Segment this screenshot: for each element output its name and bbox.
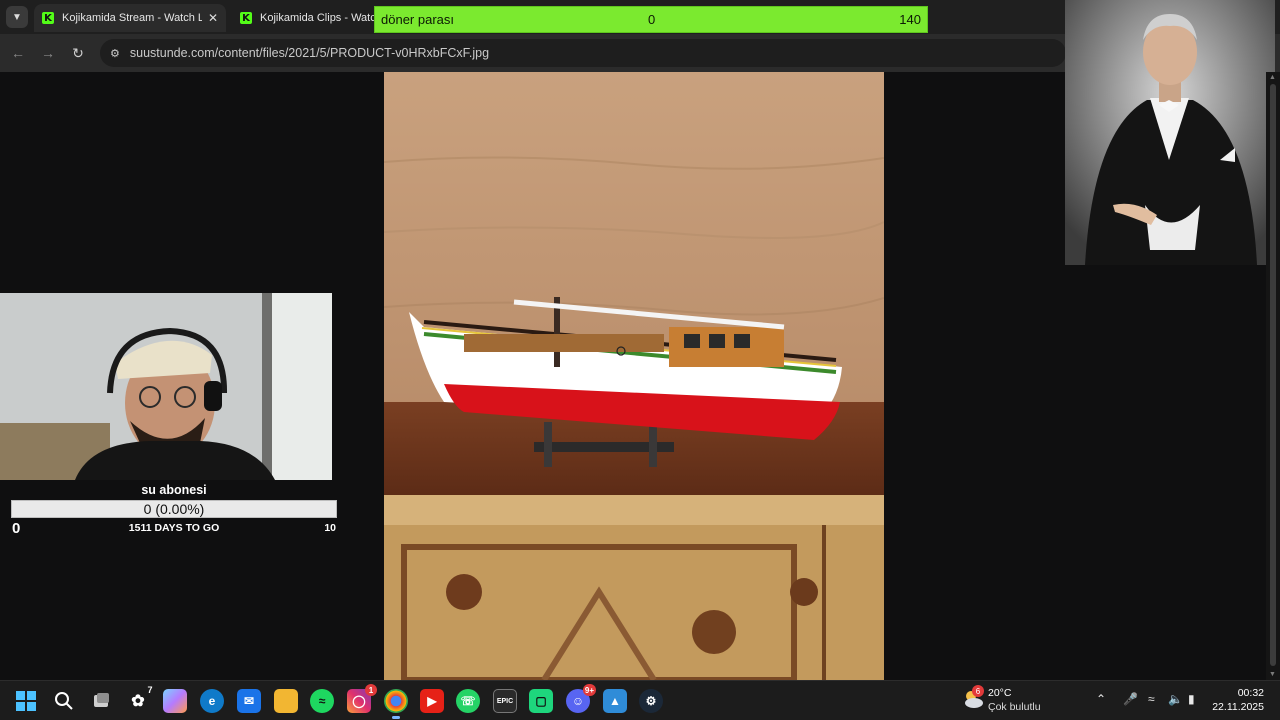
address-bar[interactable]: ⚙ suustunde.com/content/files/2021/5/PRO…	[100, 39, 1066, 67]
taskbar-mail[interactable]: ✉	[237, 689, 261, 713]
portrait-image	[1065, 0, 1275, 265]
task-view-button[interactable]	[89, 689, 113, 713]
chevron-up-icon: ⌃	[1096, 692, 1107, 706]
weather-badge: 6	[972, 685, 984, 697]
close-tab-icon[interactable]: ✕	[208, 11, 218, 25]
steam-icon: ⚙	[645, 694, 657, 708]
microphone-icon[interactable]: 🎤	[1123, 692, 1138, 706]
clock-date[interactable]: 22.11.2025	[1212, 701, 1264, 713]
taskbar-steam[interactable]: ⚙	[639, 689, 663, 713]
goal-current: 0	[648, 12, 656, 27]
taskbar-chat-app[interactable]: ▢	[529, 689, 553, 713]
taskbar-photos[interactable]: ▲	[603, 689, 627, 713]
webcam-feed	[0, 293, 332, 480]
discord-icon: ☺	[571, 694, 585, 708]
site-info-icon[interactable]: ⚙	[110, 47, 120, 60]
scroll-thumb[interactable]	[1270, 84, 1276, 666]
goal-target: 140	[899, 12, 921, 27]
windows-taskbar: ✿ 7 e ✉ ≈ ◯ 1 ▶ ☏ EPIC ▢ ☺ 9+ ▲ ⚙	[0, 680, 1280, 720]
photos-icon: ▲	[609, 694, 621, 708]
taskbar-edge[interactable]: e	[200, 689, 224, 713]
mail-icon: ✉	[243, 694, 255, 708]
taskbar-file-explorer[interactable]	[274, 689, 298, 713]
tab-kojikamida-stream[interactable]: K Kojikamida Stream - Watch Live ✕	[34, 4, 226, 32]
instagram-badge: 1	[365, 684, 377, 696]
volume-icon[interactable]: 🔈	[1168, 692, 1183, 706]
goal-label: döner parası	[381, 12, 454, 27]
boat-model-photo	[384, 72, 884, 680]
arrow-left-icon: ←	[11, 45, 25, 61]
tab-title: Kojikamida Stream - Watch Live	[62, 12, 202, 24]
taskbar-instagram[interactable]: ◯ 1	[347, 684, 377, 713]
sub-goal-progress-text: 0 (0.00%)	[143, 501, 205, 517]
tab-kojikamida-clips[interactable]: K Kojikamida Clips - Watch	[232, 4, 382, 32]
battery-icon[interactable]: ▮	[1188, 692, 1195, 706]
url-text: suustunde.com/content/files/2021/5/PRODU…	[129, 46, 490, 60]
spotify-icon: ≈	[318, 694, 326, 708]
back-button[interactable]: ←	[8, 43, 28, 63]
wifi-icon[interactable]: ≈	[1148, 692, 1155, 706]
page-scrollbar[interactable]: ▲ ▼	[1266, 72, 1280, 680]
discord-badge: 9+	[582, 684, 596, 696]
taskbar-youtube[interactable]: ▶	[420, 689, 444, 713]
doner-goal-bar: döner parası 0 140	[374, 6, 928, 33]
taskbar-copilot[interactable]	[163, 689, 187, 713]
chat-app-icon: ▢	[535, 694, 547, 708]
product-image	[384, 72, 884, 680]
taskbar-spotify[interactable]: ≈	[310, 689, 334, 713]
reload-button[interactable]: ↻	[68, 43, 88, 63]
arrow-right-icon: →	[41, 45, 55, 61]
epic-games-icon: EPIC	[496, 697, 514, 705]
sub-goal-days-left: 1511 DAYS TO GO	[128, 522, 220, 534]
fire-app-icon: ✿	[131, 693, 145, 710]
scroll-down-icon[interactable]: ▼	[1269, 671, 1276, 678]
taskbar-fire-app[interactable]: ✿ 7	[126, 685, 152, 713]
reload-icon: ↻	[72, 44, 84, 61]
taskbar-discord[interactable]: ☺ 9+	[566, 684, 596, 713]
sub-goal-progress-bar: 0 (0.00%)	[11, 500, 337, 518]
portrait-overlay	[1065, 0, 1275, 265]
weather-temperature: 20°C	[988, 687, 1012, 699]
search-icon	[55, 692, 73, 710]
weather-description: Çok bulutlu	[988, 701, 1041, 713]
taskbar-epic-games[interactable]: EPIC	[493, 689, 517, 713]
sub-goal-widget: su abonesi 0 (0.00%) 0 1511 DAYS TO GO 1…	[10, 481, 338, 537]
tab-title: Kojikamida Clips - Watch	[260, 12, 374, 24]
youtube-icon: ▶	[427, 694, 437, 708]
kick-favicon-icon: K	[240, 12, 252, 24]
taskbar-chrome[interactable]	[384, 689, 408, 719]
start-button[interactable]	[14, 689, 38, 713]
screen: ▼ K Kojikamida Stream - Watch Live ✕ K K…	[0, 0, 1280, 720]
weather-widget[interactable]: 6	[962, 685, 984, 710]
sub-goal-end-value: 10	[324, 522, 336, 534]
forward-button[interactable]: →	[38, 43, 58, 63]
windows-logo-icon	[16, 691, 36, 711]
show-hidden-icons-button[interactable]: ⌃	[1096, 692, 1106, 706]
fire-app-badge: 7	[147, 685, 153, 695]
search-button[interactable]	[52, 689, 76, 713]
sub-goal-title: su abonesi	[141, 483, 207, 497]
whatsapp-icon: ☏	[460, 694, 476, 708]
taskbar-whatsapp[interactable]: ☏	[456, 689, 480, 713]
edge-icon: e	[208, 694, 216, 708]
chevron-down-icon: ▼	[12, 11, 22, 23]
scroll-up-icon[interactable]: ▲	[1269, 74, 1276, 81]
streamer-webcam-image	[0, 293, 332, 480]
kick-favicon-icon: K	[42, 12, 54, 24]
clock-time[interactable]: 00:32	[1238, 687, 1264, 699]
task-view-icon	[94, 693, 109, 707]
tab-search-button[interactable]: ▼	[6, 6, 28, 28]
instagram-icon: ◯	[352, 694, 366, 708]
